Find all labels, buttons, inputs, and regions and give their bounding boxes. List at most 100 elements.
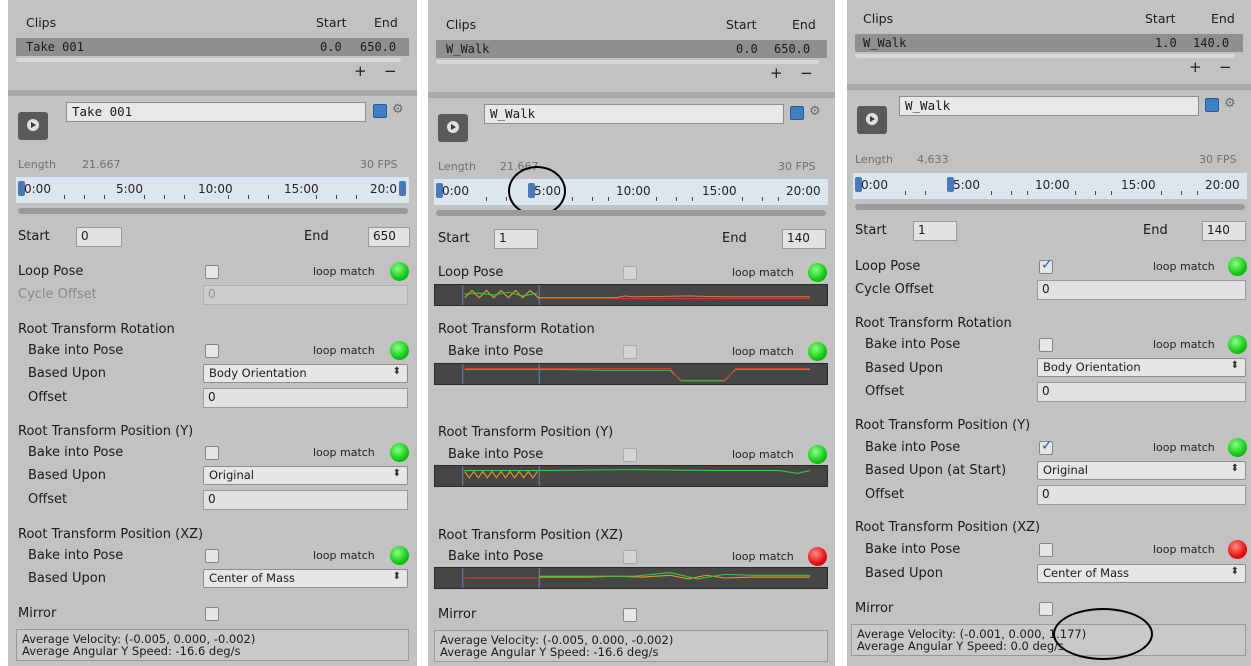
inspector-panel-2: Clips Start End W_Walk 0.0 650.0 + − W_W…	[428, 0, 835, 666]
posy-based-select[interactable]: Original ⬍	[1037, 461, 1246, 480]
posy-bake-checkbox[interactable]	[623, 448, 637, 462]
posxz-bake-checkbox[interactable]	[205, 549, 219, 563]
loop-match-label: loop match	[732, 550, 794, 563]
loop-match-indicator	[1228, 335, 1247, 354]
clips-label: Clips	[863, 11, 894, 26]
rotation-bake-label: Bake into Pose	[28, 343, 124, 358]
help-icon[interactable]	[790, 106, 804, 120]
loop-pose-checkbox[interactable]	[1039, 257, 1053, 274]
help-icon[interactable]	[373, 104, 387, 118]
clip-name-field[interactable]: W_Walk	[899, 96, 1199, 116]
loop-pose-checkbox[interactable]	[623, 266, 637, 280]
posy-based-select[interactable]: Original ⬍	[203, 466, 408, 485]
ruler-label: 15:00	[284, 182, 319, 196]
clip-end: 140.0	[1193, 36, 1230, 50]
play-preview-button[interactable]	[438, 114, 468, 142]
posy-bake-checkbox[interactable]	[1039, 438, 1053, 455]
start-field[interactable]: 1	[494, 229, 538, 249]
end-field[interactable]: 140	[1202, 221, 1246, 241]
loop-pose-checkbox[interactable]	[205, 265, 219, 279]
posy-bake-checkbox[interactable]	[205, 446, 219, 460]
clip-row[interactable]: Take 001 0.0 650.0	[16, 38, 409, 56]
clip-name: Take 001	[26, 40, 84, 54]
mirror-checkbox[interactable]	[205, 607, 219, 621]
add-clip-button[interactable]: +	[770, 64, 783, 82]
help-icon[interactable]	[1205, 98, 1219, 112]
loop-pose-curve-graph	[434, 284, 828, 306]
timeline-scrollbar[interactable]	[18, 208, 408, 214]
end-field[interactable]: 140	[782, 229, 826, 249]
ruler-label: 5:00	[116, 182, 143, 196]
timeline-ruler[interactable]: 0:00 5:00 10:00 15:00 20:00	[434, 178, 828, 206]
fps-label: 30 FPS	[778, 160, 816, 173]
ruler-label: 5:00	[953, 178, 980, 192]
posxz-based-label: Based Upon	[28, 571, 106, 586]
length-value: 4.633	[917, 153, 949, 166]
fps-label: 30 FPS	[360, 158, 398, 171]
loop-pose-label: Loop Pose	[855, 259, 921, 274]
start-label: Start	[18, 229, 50, 244]
posy-offset-field[interactable]: 0	[1037, 485, 1246, 505]
root-posxz-title: Root Transform Position (XZ)	[438, 528, 624, 543]
mirror-checkbox[interactable]	[1039, 602, 1053, 616]
rotation-bake-checkbox[interactable]	[623, 345, 637, 359]
loop-match-indicator	[390, 443, 409, 462]
rotation-offset-field[interactable]: 0	[203, 388, 408, 408]
gear-icon[interactable]: ⚙	[809, 104, 821, 119]
rotation-bake-label: Bake into Pose	[448, 344, 544, 359]
start-field[interactable]: 0	[76, 227, 122, 247]
cycle-offset-field[interactable]: 0	[203, 285, 408, 305]
posy-offset-field[interactable]: 0	[203, 490, 408, 510]
end-marker[interactable]	[399, 181, 406, 196]
end-label: End	[1143, 223, 1168, 238]
start-label: Start	[438, 231, 470, 246]
rotation-based-select[interactable]: Body Orientation ⬍	[1037, 358, 1246, 377]
length-label: Length	[855, 153, 893, 166]
cycle-offset-field[interactable]: 0	[1037, 280, 1246, 300]
posxz-based-select[interactable]: Center of Mass ⬍	[203, 569, 408, 588]
clip-name-field[interactable]: Take 001	[66, 102, 366, 122]
clip-end: 650.0	[774, 42, 811, 56]
timeline-ruler[interactable]: 0:00 5:00 10:00 15:00 20:00	[853, 172, 1247, 200]
posxz-based-select[interactable]: Center of Mass ⬍	[1037, 564, 1246, 583]
remove-clip-button[interactable]: −	[384, 62, 397, 80]
timeline-scrollbar[interactable]	[436, 210, 826, 216]
timeline-ruler[interactable]: 0:00 5:00 10:00 15:00 20:0	[16, 176, 409, 204]
timeline-scrollbar[interactable]	[855, 204, 1245, 210]
clip-name-field[interactable]: W_Walk	[484, 104, 784, 124]
remove-clip-button[interactable]: −	[800, 64, 813, 82]
remove-clip-button[interactable]: −	[1219, 58, 1232, 76]
mirror-checkbox[interactable]	[623, 608, 637, 622]
ruler-label: 10:00	[616, 184, 651, 198]
chevron-updown-icon: ⬍	[1230, 566, 1239, 577]
clips-end-header: End	[792, 17, 816, 32]
loop-match-label: loop match	[1153, 338, 1215, 351]
add-clip-button[interactable]: +	[1189, 58, 1202, 76]
posy-based-label: Based Upon	[28, 468, 106, 483]
end-field[interactable]: 650	[368, 227, 410, 247]
clip-row[interactable]: W_Walk 0.0 650.0	[436, 40, 827, 58]
select-value: Original	[1043, 463, 1089, 477]
posxz-based-label: Based Upon	[865, 566, 943, 581]
rotation-offset-field[interactable]: 0	[1037, 382, 1246, 402]
add-clip-button[interactable]: +	[354, 62, 367, 80]
clips-header: Clips Start End	[855, 8, 1243, 28]
loop-match-indicator	[390, 262, 409, 281]
rotation-bake-checkbox[interactable]	[1039, 338, 1053, 352]
loop-match-label: loop match	[313, 265, 375, 278]
posxz-bake-checkbox[interactable]	[1039, 543, 1053, 557]
gear-icon[interactable]: ⚙	[392, 102, 404, 117]
posxz-bake-checkbox[interactable]	[623, 550, 637, 564]
clip-name: W_Walk	[446, 42, 490, 56]
start-field[interactable]: 1	[913, 221, 957, 241]
clips-header: Clips Start End	[16, 12, 409, 32]
rotation-based-select[interactable]: Body Orientation ⬍	[203, 364, 408, 383]
clip-row[interactable]: W_Walk 1.0 140.0	[855, 34, 1243, 52]
clip-list-footer: + −	[436, 60, 827, 86]
loop-pose-label: Loop Pose	[438, 265, 504, 280]
posxz-bake-label: Bake into Pose	[28, 548, 124, 563]
play-preview-button[interactable]	[18, 112, 48, 140]
play-preview-button[interactable]	[857, 106, 887, 134]
gear-icon[interactable]: ⚙	[1224, 96, 1236, 111]
rotation-bake-checkbox[interactable]	[205, 344, 219, 358]
